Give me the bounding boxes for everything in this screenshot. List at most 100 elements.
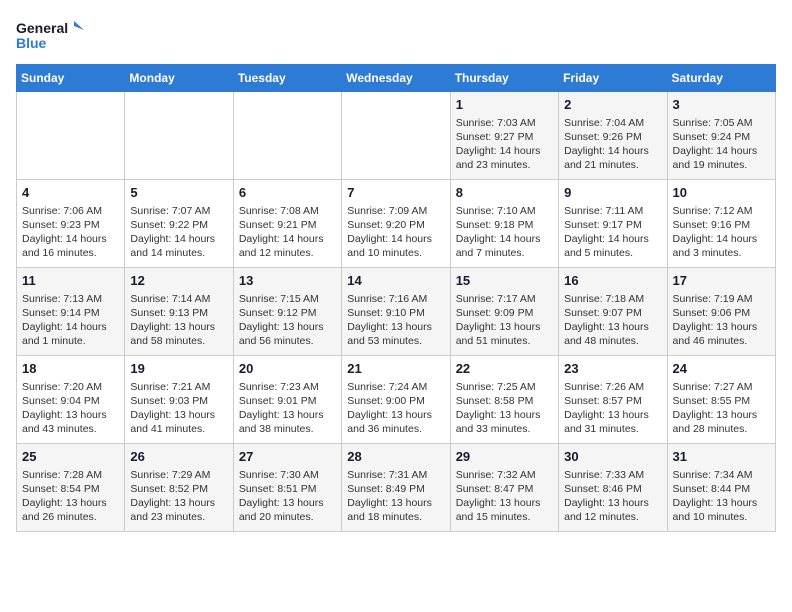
- day-info: Sunrise: 7:07 AM Sunset: 9:22 PM Dayligh…: [130, 204, 227, 261]
- day-number: 10: [673, 184, 770, 202]
- calendar-cell: 13 Sunrise: 7:15 AM Sunset: 9:12 PM Dayli…: [233, 268, 341, 356]
- calendar-week-2: 4 Sunrise: 7:06 AM Sunset: 9:23 PM Daylig…: [17, 180, 776, 268]
- day-info: Sunrise: 7:30 AM Sunset: 8:51 PM Dayligh…: [239, 468, 336, 525]
- calendar-cell: 30 Sunrise: 7:33 AM Sunset: 8:46 PM Dayli…: [559, 444, 667, 532]
- day-info: Sunrise: 7:32 AM Sunset: 8:47 PM Dayligh…: [456, 468, 553, 525]
- day-number: 11: [22, 272, 119, 290]
- calendar-cell: 18 Sunrise: 7:20 AM Sunset: 9:04 PM Dayli…: [17, 356, 125, 444]
- svg-text:Blue: Blue: [16, 35, 47, 51]
- header-monday: Monday: [125, 65, 233, 92]
- calendar-week-4: 18 Sunrise: 7:20 AM Sunset: 9:04 PM Dayli…: [17, 356, 776, 444]
- logo-svg: GeneralBlue: [16, 16, 86, 56]
- day-number: 18: [22, 360, 119, 378]
- day-info: Sunrise: 7:15 AM Sunset: 9:12 PM Dayligh…: [239, 292, 336, 349]
- header-sunday: Sunday: [17, 65, 125, 92]
- day-info: Sunrise: 7:16 AM Sunset: 9:10 PM Dayligh…: [347, 292, 444, 349]
- calendar-cell: [17, 92, 125, 180]
- calendar-cell: 7 Sunrise: 7:09 AM Sunset: 9:20 PM Daylig…: [342, 180, 450, 268]
- day-number: 4: [22, 184, 119, 202]
- calendar-cell: 22Sunrise: 7:25 AM Sunset: 8:58 PM Dayli…: [450, 356, 558, 444]
- calendar-cell: 1 Sunrise: 7:03 AM Sunset: 9:27 PM Daylig…: [450, 92, 558, 180]
- day-number: 3: [673, 96, 770, 114]
- day-info: Sunrise: 7:04 AM Sunset: 9:26 PM Dayligh…: [564, 116, 661, 173]
- day-number: 17: [673, 272, 770, 290]
- day-number: 29: [456, 448, 553, 466]
- day-number: 6: [239, 184, 336, 202]
- day-info: Sunrise: 7:08 AM Sunset: 9:21 PM Dayligh…: [239, 204, 336, 261]
- calendar-cell: 9Sunrise: 7:11 AM Sunset: 9:17 PM Daylig…: [559, 180, 667, 268]
- calendar-cell: 11 Sunrise: 7:13 AM Sunset: 9:14 PM Dayli…: [17, 268, 125, 356]
- calendar-week-1: 1 Sunrise: 7:03 AM Sunset: 9:27 PM Daylig…: [17, 92, 776, 180]
- calendar-cell: 27Sunrise: 7:30 AM Sunset: 8:51 PM Dayli…: [233, 444, 341, 532]
- day-number: 8: [456, 184, 553, 202]
- day-info: Sunrise: 7:33 AM Sunset: 8:46 PM Dayligh…: [564, 468, 661, 525]
- day-number: 15: [456, 272, 553, 290]
- day-number: 19: [130, 360, 227, 378]
- calendar-cell: 8 Sunrise: 7:10 AM Sunset: 9:18 PM Daylig…: [450, 180, 558, 268]
- calendar-cell: 5 Sunrise: 7:07 AM Sunset: 9:22 PM Daylig…: [125, 180, 233, 268]
- day-info: Sunrise: 7:09 AM Sunset: 9:20 PM Dayligh…: [347, 204, 444, 261]
- day-info: Sunrise: 7:26 AM Sunset: 8:57 PM Dayligh…: [564, 380, 661, 437]
- header-tuesday: Tuesday: [233, 65, 341, 92]
- day-number: 1: [456, 96, 553, 114]
- day-info: Sunrise: 7:24 AM Sunset: 9:00 PM Dayligh…: [347, 380, 444, 437]
- day-number: 28: [347, 448, 444, 466]
- day-number: 23: [564, 360, 661, 378]
- calendar-cell: 24 Sunrise: 7:27 AM Sunset: 8:55 PM Dayli…: [667, 356, 775, 444]
- day-info: Sunrise: 7:21 AM Sunset: 9:03 PM Dayligh…: [130, 380, 227, 437]
- header-wednesday: Wednesday: [342, 65, 450, 92]
- day-info: Sunrise: 7:27 AM Sunset: 8:55 PM Dayligh…: [673, 380, 770, 437]
- day-number: 12: [130, 272, 227, 290]
- day-number: 31: [673, 448, 770, 466]
- day-info: Sunrise: 7:20 AM Sunset: 9:04 PM Dayligh…: [22, 380, 119, 437]
- calendar-cell: [342, 92, 450, 180]
- day-number: 16: [564, 272, 661, 290]
- day-info: Sunrise: 7:23 AM Sunset: 9:01 PM Dayligh…: [239, 380, 336, 437]
- calendar-week-5: 25Sunrise: 7:28 AM Sunset: 8:54 PM Dayli…: [17, 444, 776, 532]
- calendar-cell: 14 Sunrise: 7:16 AM Sunset: 9:10 PM Dayli…: [342, 268, 450, 356]
- day-number: 26: [130, 448, 227, 466]
- calendar-cell: [233, 92, 341, 180]
- calendar-cell: 10Sunrise: 7:12 AM Sunset: 9:16 PM Dayli…: [667, 180, 775, 268]
- calendar-header-row: SundayMondayTuesdayWednesdayThursdayFrid…: [17, 65, 776, 92]
- day-info: Sunrise: 7:18 AM Sunset: 9:07 PM Dayligh…: [564, 292, 661, 349]
- day-number: 24: [673, 360, 770, 378]
- day-number: 9: [564, 184, 661, 202]
- header-friday: Friday: [559, 65, 667, 92]
- calendar-cell: 15Sunrise: 7:17 AM Sunset: 9:09 PM Dayli…: [450, 268, 558, 356]
- day-number: 13: [239, 272, 336, 290]
- day-info: Sunrise: 7:19 AM Sunset: 9:06 PM Dayligh…: [673, 292, 770, 349]
- calendar-cell: 19 Sunrise: 7:21 AM Sunset: 9:03 PM Dayli…: [125, 356, 233, 444]
- calendar-cell: [125, 92, 233, 180]
- calendar-cell: 4 Sunrise: 7:06 AM Sunset: 9:23 PM Daylig…: [17, 180, 125, 268]
- calendar-cell: 16 Sunrise: 7:18 AM Sunset: 9:07 PM Dayli…: [559, 268, 667, 356]
- calendar-cell: 25Sunrise: 7:28 AM Sunset: 8:54 PM Dayli…: [17, 444, 125, 532]
- logo: GeneralBlue: [16, 16, 86, 56]
- calendar-cell: 6 Sunrise: 7:08 AM Sunset: 9:21 PM Daylig…: [233, 180, 341, 268]
- calendar-week-3: 11 Sunrise: 7:13 AM Sunset: 9:14 PM Dayli…: [17, 268, 776, 356]
- day-info: Sunrise: 7:06 AM Sunset: 9:23 PM Dayligh…: [22, 204, 119, 261]
- calendar-cell: 21 Sunrise: 7:24 AM Sunset: 9:00 PM Dayli…: [342, 356, 450, 444]
- day-number: 5: [130, 184, 227, 202]
- calendar-cell: 29 Sunrise: 7:32 AM Sunset: 8:47 PM Dayli…: [450, 444, 558, 532]
- day-info: Sunrise: 7:29 AM Sunset: 8:52 PM Dayligh…: [130, 468, 227, 525]
- calendar-cell: 28Sunrise: 7:31 AM Sunset: 8:49 PM Dayli…: [342, 444, 450, 532]
- day-info: Sunrise: 7:05 AM Sunset: 9:24 PM Dayligh…: [673, 116, 770, 173]
- calendar-cell: 31 Sunrise: 7:34 AM Sunset: 8:44 PM Dayli…: [667, 444, 775, 532]
- day-number: 14: [347, 272, 444, 290]
- day-number: 2: [564, 96, 661, 114]
- calendar-cell: 12 Sunrise: 7:14 AM Sunset: 9:13 PM Dayli…: [125, 268, 233, 356]
- calendar-cell: 2 Sunrise: 7:04 AM Sunset: 9:26 PM Daylig…: [559, 92, 667, 180]
- day-number: 21: [347, 360, 444, 378]
- day-info: Sunrise: 7:10 AM Sunset: 9:18 PM Dayligh…: [456, 204, 553, 261]
- day-info: Sunrise: 7:34 AM Sunset: 8:44 PM Dayligh…: [673, 468, 770, 525]
- day-number: 30: [564, 448, 661, 466]
- day-number: 20: [239, 360, 336, 378]
- day-info: Sunrise: 7:13 AM Sunset: 9:14 PM Dayligh…: [22, 292, 119, 349]
- day-info: Sunrise: 7:14 AM Sunset: 9:13 PM Dayligh…: [130, 292, 227, 349]
- day-number: 7: [347, 184, 444, 202]
- header-saturday: Saturday: [667, 65, 775, 92]
- day-info: Sunrise: 7:03 AM Sunset: 9:27 PM Dayligh…: [456, 116, 553, 173]
- calendar-table: SundayMondayTuesdayWednesdayThursdayFrid…: [16, 64, 776, 532]
- header-thursday: Thursday: [450, 65, 558, 92]
